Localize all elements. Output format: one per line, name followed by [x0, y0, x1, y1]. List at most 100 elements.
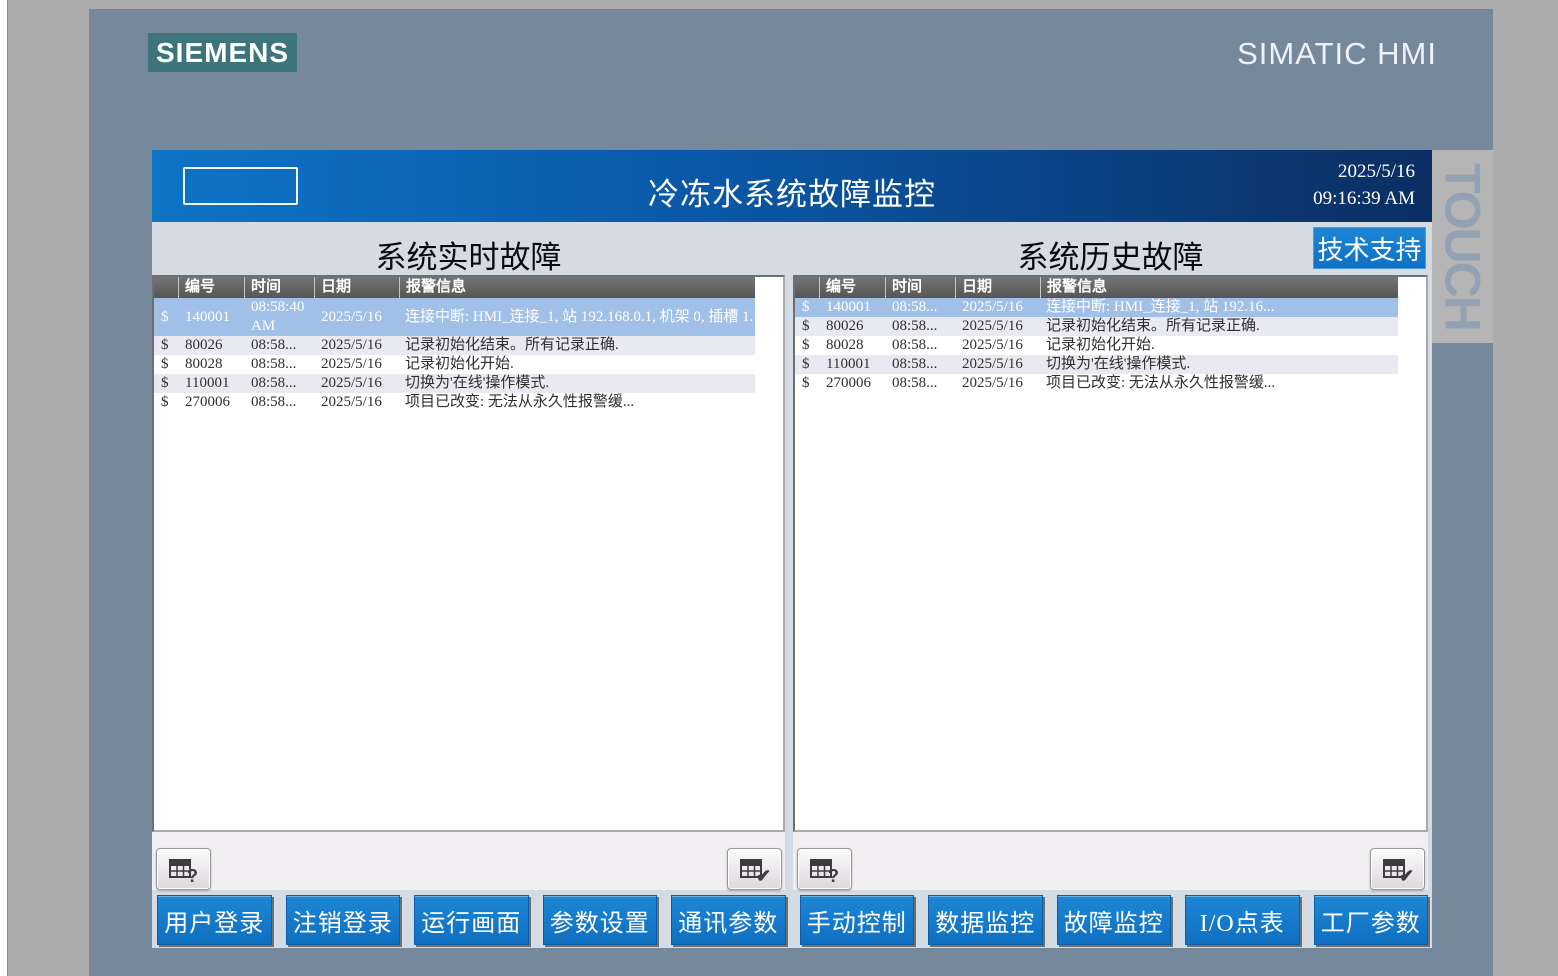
alarm-cell-icon: $	[154, 298, 178, 336]
alarm-cell-id: 80028	[178, 355, 244, 374]
alarm-cell-message: 记录初始化开始.	[399, 355, 755, 374]
realtime-table-header: 编号时间日期报警信息	[154, 277, 755, 298]
alarm-cell-date: 2025/5/16	[955, 336, 1040, 355]
alarm-cell-time: 08:58...	[885, 374, 955, 393]
svg-text:?: ?	[828, 866, 839, 883]
alarm-cell-id: 110001	[178, 374, 244, 393]
alarm-cell-time: 08:58...	[244, 336, 314, 355]
realtime-section-title: 系统实时故障	[152, 232, 785, 277]
alarm-cell-id: 80026	[178, 336, 244, 355]
time-value: 09:16:39 AM	[1313, 185, 1415, 212]
alarm-ack-icon: ✔	[739, 856, 770, 883]
realtime-alarm-help-button[interactable]: ?	[156, 848, 211, 890]
alarm-column-icon	[795, 277, 819, 298]
alarm-cell-icon: $	[795, 317, 819, 336]
window-edge	[0, 0, 8, 976]
alarm-row[interactable]: $27000608:58...2025/5/16项目已改变: 无法从永久性报警缓…	[795, 374, 1398, 393]
alarm-row[interactable]: $11000108:58...2025/5/16切换为'在线'操作模式.	[154, 374, 755, 393]
alarm-cell-icon: $	[795, 298, 819, 317]
alarm-row[interactable]: $8002608:58...2025/5/16记录初始化结束。所有记录正确.	[795, 317, 1398, 336]
alarm-cell-icon: $	[154, 355, 178, 374]
nav-button-7[interactable]: 数据监控	[928, 895, 1043, 945]
nav-button-1[interactable]: 用户登录	[157, 895, 272, 945]
alarm-cell-date: 2025/5/16	[314, 374, 399, 393]
alarm-row[interactable]: $11000108:58...2025/5/16切换为'在线'操作模式.	[795, 355, 1398, 374]
nav-button-9[interactable]: I/O点表	[1185, 895, 1300, 945]
alarm-cell-date: 2025/5/16	[314, 355, 399, 374]
alarm-cell-message: 记录初始化结束。所有记录正确.	[399, 336, 755, 355]
section-title-row: 系统实时故障 系统历史故障 技术支持	[152, 222, 1432, 275]
alarm-cell-message: 记录初始化开始.	[1040, 336, 1398, 355]
alarm-column-header: 报警信息	[399, 277, 755, 298]
alarm-cell-icon: $	[154, 393, 178, 412]
alarm-cell-message: 记录初始化结束。所有记录正确.	[1040, 317, 1398, 336]
alarm-cell-message: 切换为'在线'操作模式.	[1040, 355, 1398, 374]
alarm-cell-time: 08:58...	[885, 317, 955, 336]
alarm-ack-icon: ✔	[1382, 856, 1413, 883]
page-title: 冷冻水系统故障监控	[152, 169, 1432, 214]
nav-button-6[interactable]: 手动控制	[800, 895, 915, 945]
alarm-row[interactable]: $14000108:58...2025/5/16连接中断: HMI_连接_1, …	[795, 298, 1398, 317]
nav-button-10[interactable]: 工厂参数	[1314, 895, 1429, 945]
realtime-table-body: $14000108:58:40 AM2025/5/16连接中断: HMI_连接_…	[154, 298, 783, 412]
alarm-column-icon	[154, 277, 178, 298]
history-alarm-ack-button[interactable]: ✔	[1370, 848, 1425, 890]
alarm-column-header: 报警信息	[1040, 277, 1398, 298]
alarm-cell-time: 08:58...	[885, 336, 955, 355]
nav-button-3[interactable]: 运行画面	[414, 895, 529, 945]
alarm-cell-date: 2025/5/16	[955, 355, 1040, 374]
alarm-column-header: 日期	[314, 277, 399, 298]
nav-button-4[interactable]: 参数设置	[543, 895, 658, 945]
alarm-cell-message: 切换为'在线'操作模式.	[399, 374, 755, 393]
nav-button-2[interactable]: 注销登录	[286, 895, 401, 945]
alarm-cell-message: 连接中断: HMI_连接_1, 站 192.168.0.1, 机架 0, 插槽 …	[399, 298, 755, 336]
alarm-cell-id: 80028	[819, 336, 885, 355]
screen-header-bar: 冷冻水系统故障监控 2025/5/16 09:16:39 AM	[152, 150, 1432, 222]
alarm-column-header: 日期	[955, 277, 1040, 298]
alarm-column-header: 编号	[819, 277, 885, 298]
alarm-row[interactable]: $14000108:58:40 AM2025/5/16连接中断: HMI_连接_…	[154, 298, 755, 336]
date-value: 2025/5/16	[1313, 158, 1415, 185]
alarm-cell-id: 80026	[819, 317, 885, 336]
history-table-body: $14000108:58...2025/5/16连接中断: HMI_连接_1, …	[795, 298, 1426, 393]
alarm-cell-icon: $	[795, 355, 819, 374]
siemens-logo-text: SIEMENS	[156, 37, 289, 69]
tech-support-button[interactable]: 技术支持	[1313, 227, 1426, 269]
alarm-row[interactable]: $8002808:58...2025/5/16记录初始化开始.	[154, 355, 755, 374]
alarm-cell-id: 270006	[819, 374, 885, 393]
history-alarm-panel: 编号时间日期报警信息 $14000108:58...2025/5/16连接中断:…	[793, 275, 1428, 890]
alarm-cell-icon: $	[154, 336, 178, 355]
nav-button-5[interactable]: 通讯参数	[671, 895, 786, 945]
svg-text:✔: ✔	[1399, 866, 1413, 883]
alarm-row[interactable]: $27000608:58...2025/5/16项目已改变: 无法从永久性报警缓…	[154, 393, 755, 412]
touch-bezel-patch: TOUCH	[1432, 150, 1493, 343]
siemens-logo: SIEMENS	[148, 33, 297, 72]
alarm-cell-icon: $	[154, 374, 178, 393]
alarm-cell-message: 项目已改变: 无法从永久性报警缓...	[1040, 374, 1398, 393]
alarm-cell-icon: $	[795, 336, 819, 355]
alarm-cell-id: 140001	[819, 298, 885, 317]
alarm-cell-date: 2025/5/16	[955, 374, 1040, 393]
alarm-cell-time: 08:58:40 AM	[244, 298, 314, 336]
simatic-hmi-label: SIMATIC HMI	[1237, 36, 1437, 72]
alarm-cell-time: 08:58...	[244, 393, 314, 412]
alarm-column-header: 时间	[885, 277, 955, 298]
alarm-cell-message: 项目已改变: 无法从永久性报警缓...	[399, 393, 755, 412]
alarm-cell-date: 2025/5/16	[314, 298, 399, 336]
touch-label: TOUCH	[1432, 150, 1493, 343]
alarm-help-icon: ?	[168, 856, 199, 883]
history-alarm-help-button[interactable]: ?	[797, 848, 852, 890]
datetime-display: 2025/5/16 09:16:39 AM	[1313, 158, 1415, 212]
alarm-row[interactable]: $8002608:58...2025/5/16记录初始化结束。所有记录正确.	[154, 336, 755, 355]
alarm-row[interactable]: $8002808:58...2025/5/16记录初始化开始.	[795, 336, 1398, 355]
alarm-cell-time: 08:58...	[885, 355, 955, 374]
svg-text:?: ?	[187, 866, 198, 883]
nav-button-8[interactable]: 故障监控	[1057, 895, 1172, 945]
realtime-alarm-ack-button[interactable]: ✔	[727, 848, 782, 890]
history-table-header: 编号时间日期报警信息	[795, 277, 1398, 298]
realtime-alarm-panel: 编号时间日期报警信息 $14000108:58:40 AM2025/5/16连接…	[152, 275, 785, 890]
alarm-cell-date: 2025/5/16	[314, 336, 399, 355]
history-alarm-table: 编号时间日期报警信息 $14000108:58...2025/5/16连接中断:…	[793, 275, 1428, 832]
alarm-help-icon: ?	[809, 856, 840, 883]
alarm-cell-date: 2025/5/16	[314, 393, 399, 412]
